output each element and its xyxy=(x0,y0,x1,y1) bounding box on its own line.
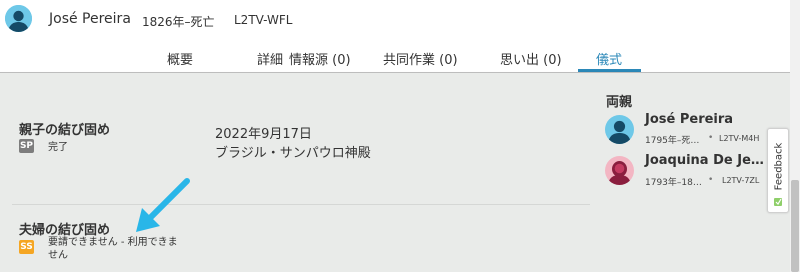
sealing-to-spouse-status-line2: せん xyxy=(48,250,68,261)
tab-bar: 概要 詳細 情報源 (0) 共同作業 (0) 思い出 (0) 儀式 xyxy=(0,40,790,72)
father-name[interactable]: José Pereira xyxy=(645,112,733,127)
ss-badge: SS xyxy=(19,240,34,254)
person-lifespan: 1826年–死亡 xyxy=(142,15,215,29)
mother-pid: L2TV-7ZL xyxy=(722,176,760,185)
feedback-button[interactable]: Feedback xyxy=(767,128,789,213)
mother-avatar-icon[interactable] xyxy=(605,156,634,185)
mother-name[interactable]: Joaquina De Je… xyxy=(645,153,764,168)
person-name[interactable]: José Pereira xyxy=(49,11,131,27)
father-pid: L2TV-M4H xyxy=(719,134,760,143)
tab-memories[interactable]: 思い出 (0) xyxy=(500,49,562,68)
parents-title: 両親 xyxy=(606,95,633,110)
tab-details[interactable]: 詳細 xyxy=(257,49,283,68)
person-header: José Pereira 1826年–死亡 L2TV-WFL xyxy=(0,0,800,40)
sealing-to-spouse-status: 要請できません - 利用できま xyxy=(48,237,178,248)
father-avatar-icon[interactable] xyxy=(605,115,634,144)
father-lifespan: 1795年–死… xyxy=(645,136,700,146)
tab-sources[interactable]: 情報源 (0) xyxy=(289,49,351,68)
sealing-to-parents-temple[interactable]: ブラジル・サンパウロ神殿 xyxy=(215,142,371,161)
person-pid: L2TV-WFL xyxy=(234,13,293,27)
tab-summary[interactable]: 概要 xyxy=(167,49,193,68)
tab-collaborate[interactable]: 共同作業 (0) xyxy=(383,49,458,68)
feedback-label: Feedback xyxy=(773,142,785,191)
scrollbar-thumb[interactable] xyxy=(791,180,799,272)
father-separator: • xyxy=(708,133,714,143)
sealing-to-parents-date: 2022年9月17日 xyxy=(215,127,312,142)
mother-separator: • xyxy=(708,175,714,185)
tab-ordinances[interactable]: 儀式 xyxy=(596,49,622,68)
sp-badge: SP xyxy=(19,139,34,153)
feedback-icon xyxy=(774,198,782,206)
sealing-to-parents-status: 完了 xyxy=(48,142,68,153)
section-divider xyxy=(12,204,590,205)
sealing-to-parents-title: 親子の結び固め xyxy=(19,123,111,138)
mother-lifespan: 1793年–18… xyxy=(645,178,702,188)
male-avatar-icon[interactable] xyxy=(5,5,32,32)
